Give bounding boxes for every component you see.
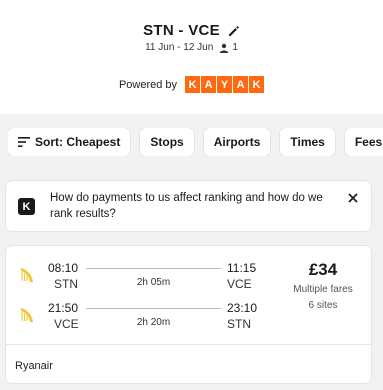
trip-meta: 11 Jun - 12 Jun 1	[0, 42, 383, 53]
kayak-letter: A	[201, 76, 217, 93]
kayak-letter: A	[233, 76, 249, 93]
route-title[interactable]: STN - VCE	[143, 22, 220, 39]
ranking-info-banner[interactable]: K How do payments to us affect ranking a…	[6, 181, 371, 231]
kayak-k-logo: K	[18, 198, 35, 215]
sort-button[interactable]: Sort: Cheapest	[8, 128, 131, 156]
route-row[interactable]: STN - VCE	[0, 22, 383, 39]
harp-icon	[18, 306, 36, 324]
stops-filter-button[interactable]: Stops	[140, 128, 194, 156]
sites-count: 6 sites	[308, 300, 338, 311]
header: STN - VCE 11 Jun - 12 Jun 1 Powered by K…	[0, 0, 383, 114]
person-icon	[219, 43, 229, 53]
times-filter-button[interactable]: Times	[280, 128, 335, 156]
flight-result-card[interactable]: 08:10 STN 2h 05m 11:15 VCE 21:50 VCE 2h …	[6, 246, 371, 383]
pencil-icon[interactable]	[228, 25, 240, 37]
airports-filter-button[interactable]: Airports	[203, 128, 271, 156]
passenger-count: 1	[219, 42, 238, 53]
close-icon[interactable]	[347, 192, 359, 204]
filter-bar: Sort: Cheapest Stops Airports Times Fees	[8, 128, 383, 156]
departure-time: 08:10	[48, 261, 79, 275]
harp-icon	[18, 266, 36, 284]
passenger-number: 1	[232, 42, 238, 53]
price[interactable]: £34	[283, 260, 363, 280]
sort-icon	[18, 137, 30, 147]
outbound-leg: 08:10 STN 2h 05m 11:15 VCE	[6, 261, 276, 295]
departure-time: 21:50	[48, 301, 79, 315]
fees-filter-button[interactable]: Fees	[344, 128, 383, 156]
trip-dates: 11 Jun - 12 Jun	[145, 42, 214, 53]
kayak-logo: K A Y A K	[185, 76, 265, 93]
price-block[interactable]: £34 Multiple fares 6 sites	[283, 260, 363, 312]
times-filter-label: Times	[290, 135, 325, 149]
kayak-letter: Y	[217, 76, 233, 93]
flight-line	[86, 308, 221, 309]
divider	[6, 344, 371, 345]
kayak-letter: K	[185, 76, 201, 93]
flight-duration: 2h 20m	[136, 317, 171, 328]
fare-note: Multiple fares	[293, 284, 353, 295]
flight-line	[86, 268, 221, 269]
airline-name: Ryanair	[15, 360, 53, 372]
departure-airport: VCE	[54, 317, 79, 331]
arrival-airport: VCE	[227, 277, 252, 291]
stops-filter-label: Stops	[150, 135, 184, 149]
powered-by-row: Powered by K A Y A K	[0, 76, 383, 93]
arrival-airport: STN	[227, 317, 251, 331]
fees-filter-label: Fees	[354, 135, 383, 149]
arrival-time: 11:15	[227, 261, 257, 275]
arrival-time: 23:10	[227, 301, 258, 315]
departure-airport: STN	[54, 277, 78, 291]
return-leg: 21:50 VCE 2h 20m 23:10 STN	[6, 301, 276, 335]
kayak-letter: K	[249, 76, 265, 93]
airports-filter-label: Airports	[213, 135, 261, 149]
flight-duration: 2h 05m	[136, 277, 171, 288]
ranking-info-text[interactable]: How do payments to us affect ranking and…	[50, 190, 340, 222]
sort-button-label: Sort: Cheapest	[35, 135, 121, 149]
powered-by-label: Powered by	[118, 78, 178, 91]
